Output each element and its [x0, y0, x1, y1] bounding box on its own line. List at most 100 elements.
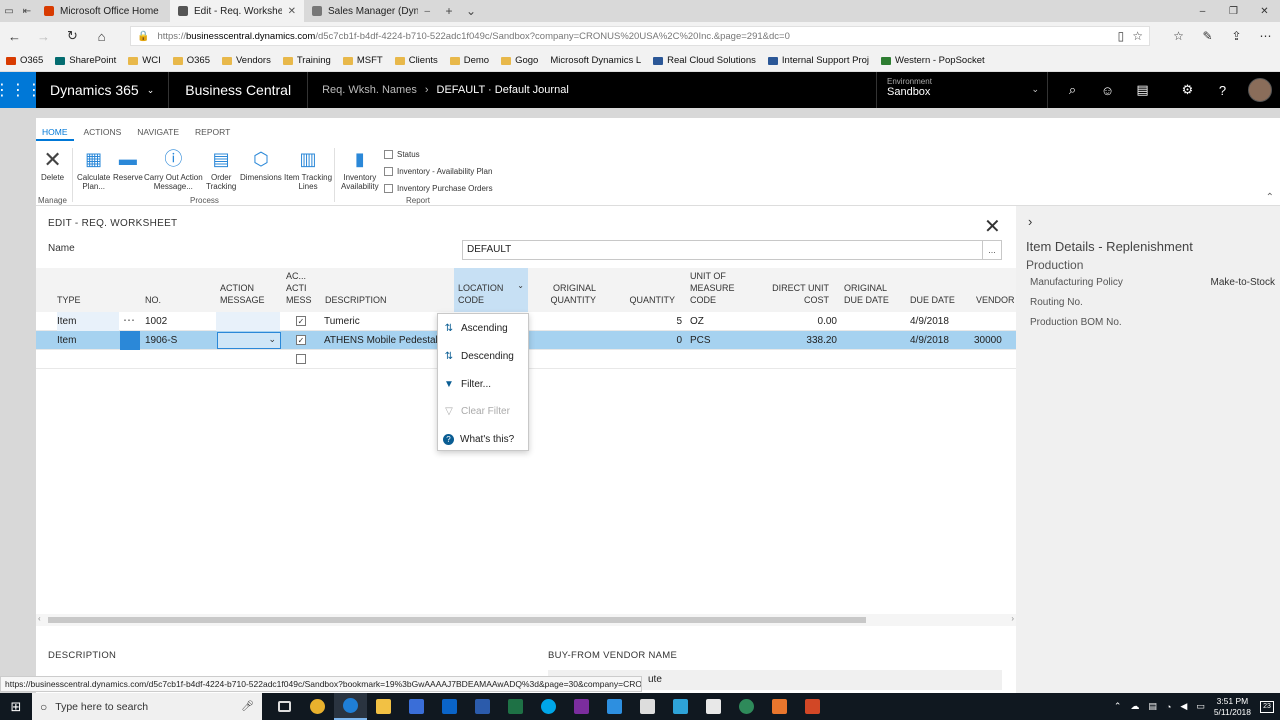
tab-office-home[interactable]: Microsoft Office Home [36, 0, 170, 22]
close-window-icon[interactable]: ✕ [1249, 0, 1280, 22]
app-launcher-icon[interactable]: ⋮⋮⋮ [0, 72, 42, 108]
fav-item[interactable]: Gogo [501, 55, 538, 66]
edge-icon[interactable] [334, 693, 367, 720]
dimensions-button[interactable]: ⬡ Dimensions [240, 148, 282, 183]
gear-icon[interactable]: ⚙ [1170, 72, 1205, 108]
wifi-icon[interactable]: ◔ [1166, 702, 1171, 712]
inventory-availability-button[interactable]: ▮ Inventory Availability [341, 148, 379, 192]
chevron-up-icon[interactable]: ⌃ [1114, 701, 1122, 712]
scroll-left-icon[interactable]: ‹ [38, 614, 41, 623]
report-purchase-orders[interactable]: Inventory Purchase Orders [384, 180, 493, 197]
volume-icon[interactable]: ◀ [1180, 701, 1187, 712]
name-input[interactable]: DEFAULT [462, 240, 983, 260]
fav-item[interactable]: Internal Support Proj [767, 55, 869, 66]
fav-item[interactable]: Training [282, 55, 331, 66]
reading-view-icon[interactable]: ▯ [1118, 29, 1125, 43]
tab-back-icon[interactable]: ⇤ [18, 0, 36, 22]
pen-icon[interactable]: ✎ [1193, 22, 1222, 50]
col-type[interactable]: TYPE [57, 294, 81, 306]
fav-item[interactable]: O365 [172, 55, 210, 66]
microphone-icon[interactable]: 🎤︎ [241, 701, 254, 712]
skype-icon[interactable] [532, 693, 565, 720]
chevron-right-icon[interactable]: › [1028, 214, 1032, 229]
col-original-quantity[interactable]: ORIGINAL QUANTITY [548, 282, 596, 306]
tab-actions[interactable]: ACTIONS [78, 125, 128, 141]
cell-uom[interactable]: PCS [690, 335, 711, 346]
outlook-icon[interactable] [433, 693, 466, 720]
fav-item[interactable]: SharePoint [55, 55, 116, 66]
app-orange-icon[interactable] [763, 693, 796, 720]
cell-quantity[interactable]: 5 [616, 316, 682, 327]
cell-description[interactable]: ATHENS Mobile Pedestal [324, 335, 438, 346]
taskbar-search[interactable]: ○ Type here to search 🎤︎ [32, 693, 262, 720]
fav-item[interactable]: WCI [128, 55, 161, 66]
col-direct-unit-cost[interactable]: DIRECT UNIT COST [766, 282, 829, 306]
more-icon[interactable]: ⋯ [1251, 22, 1280, 50]
chrome-icon[interactable] [301, 693, 334, 720]
powerpoint-icon[interactable] [796, 693, 829, 720]
network-icon[interactable]: ▤ [1148, 701, 1157, 712]
app-name[interactable]: Business Central [169, 72, 309, 108]
url-input[interactable]: 🔒 https://businesscentral.dynamics.com/d… [130, 26, 1150, 46]
scroll-thumb[interactable] [48, 617, 866, 623]
col-unit-of-measure[interactable]: UNIT OF MEASURE CODE [690, 270, 735, 306]
order-tracking-button[interactable]: ▤ Order Tracking [206, 148, 236, 192]
fav-item[interactable]: Vendors [221, 55, 271, 66]
tab-home[interactable]: HOME [36, 125, 74, 141]
accept-checkbox[interactable] [296, 354, 306, 364]
cell-type[interactable]: Item [57, 312, 119, 331]
factbox-title[interactable]: Item Details - Replenishment [1026, 239, 1193, 254]
tab-aside-icon[interactable]: ▭ [0, 0, 18, 22]
horizontal-scrollbar[interactable]: ‹ › [36, 614, 1016, 626]
cell-direct-unit-cost[interactable]: 338.20 [766, 335, 837, 346]
search-icon[interactable]: ⌕ [1055, 72, 1090, 108]
report-availability-plan[interactable]: Inventory - Availability Plan [384, 163, 493, 180]
chart-app-icon[interactable] [664, 693, 697, 720]
name-lookup-button[interactable]: ... [983, 240, 1002, 260]
word-icon[interactable] [466, 693, 499, 720]
minimize-icon[interactable]: – [1187, 0, 1218, 22]
favorite-star-icon[interactable]: ☆ [1132, 29, 1143, 43]
row-menu-icon[interactable]: ⋯ [123, 313, 135, 327]
environment-selector[interactable]: Environment Sandbox ⌄ [876, 72, 1048, 108]
tab-report[interactable]: REPORT [189, 125, 236, 141]
cell-description[interactable]: Tumeric [324, 316, 360, 327]
col-due-date[interactable]: DUE DATE [910, 294, 955, 306]
item-tracking-lines-button[interactable]: ▥ Item Tracking Lines [284, 148, 332, 192]
cell-quantity[interactable]: 0 [616, 335, 682, 346]
avatar[interactable] [1248, 78, 1272, 102]
close-icon[interactable]: ✕ [984, 214, 1001, 239]
cell-no[interactable]: 1906-S [145, 335, 177, 346]
chat-icon[interactable] [730, 693, 763, 720]
cell-no[interactable]: 1002 [145, 316, 167, 327]
onenote-icon[interactable] [565, 693, 598, 720]
fav-item[interactable]: Clients [394, 55, 438, 66]
calculate-plan-button[interactable]: ▦ Calculate Plan... [77, 148, 110, 192]
sort-ascending-item[interactable]: ⇅ Ascending [438, 317, 530, 339]
keyboard-icon[interactable]: ▭ [1196, 701, 1205, 712]
store-icon[interactable] [400, 693, 433, 720]
action-message-select[interactable]: ⌄ [217, 332, 281, 349]
action-center-icon[interactable]: 23 [1260, 700, 1274, 713]
col-no[interactable]: NO. [145, 294, 161, 306]
accept-checkbox[interactable]: ✓ [296, 335, 306, 345]
cell-due-date[interactable]: 4/9/2018 [910, 335, 949, 346]
home-icon[interactable]: ⌂ [87, 22, 116, 50]
help-icon[interactable]: ? [1205, 72, 1240, 108]
carry-out-action-button[interactable]: ⓘ Carry Out Action Message... [144, 148, 203, 192]
task-view-icon[interactable] [268, 693, 301, 720]
feedback-smile-icon[interactable]: ☺ [1090, 72, 1125, 108]
dynamics-menu[interactable]: Dynamics 365 ⌄ [36, 72, 170, 108]
sort-descending-item[interactable]: ⇅ Descending [438, 345, 530, 367]
refresh-icon[interactable]: ↻ [58, 22, 87, 50]
cell-direct-unit-cost[interactable]: 0.00 [766, 316, 837, 327]
filter-item[interactable]: ▼ Filter... [438, 373, 530, 395]
delete-button[interactable]: ✕ Delete [41, 148, 64, 182]
breadcrumb-parent[interactable]: Req. Wksh. Names [322, 84, 417, 96]
scroll-right-icon[interactable]: › [1011, 614, 1014, 623]
clock[interactable]: 3:51 PM 5/11/2018 [1214, 696, 1251, 718]
file-explorer-icon[interactable] [367, 693, 400, 720]
share-icon[interactable]: ⇪ [1222, 22, 1251, 50]
forward-icon[interactable]: → [29, 22, 58, 50]
tab-preview-icon[interactable]: ⌄ [460, 4, 482, 18]
